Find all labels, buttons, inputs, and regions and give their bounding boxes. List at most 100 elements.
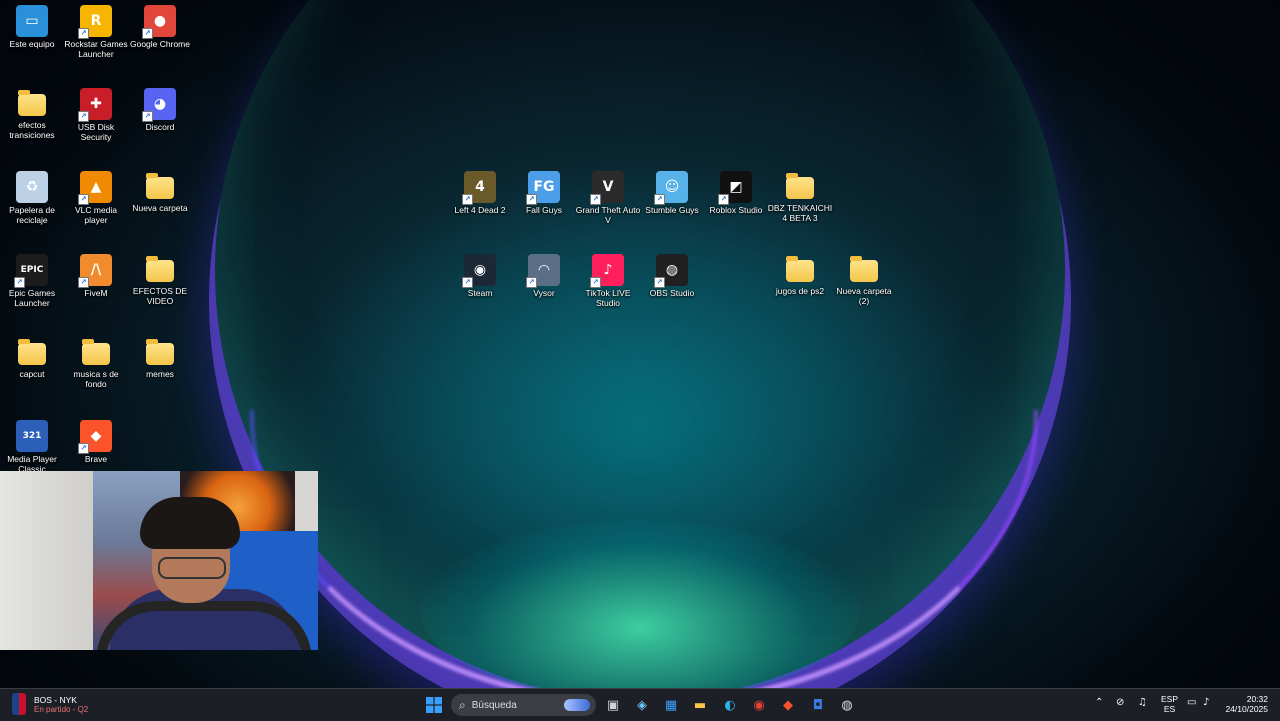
desktop-icon-label: FiveM bbox=[84, 288, 108, 298]
microsoft-store-icon: ▦ bbox=[664, 697, 678, 713]
webcam-wall bbox=[0, 471, 95, 650]
roblox-button[interactable]: ◘ bbox=[806, 693, 830, 717]
desktop-icon-memes[interactable]: memes bbox=[127, 337, 193, 379]
clock-time: 20:32 bbox=[1246, 694, 1268, 704]
desktop-icon-fivem[interactable]: /\ ↗ FiveM bbox=[63, 254, 129, 298]
desktop-icon-musica-s-de-fondo[interactable]: musica s de fondo bbox=[63, 337, 129, 389]
widget-title: BOS - NYK bbox=[34, 694, 77, 705]
desktop-icon-nueva-carpeta-2[interactable]: Nueva carpeta (2) bbox=[831, 254, 897, 306]
desktop-icon-efectos-transiciones[interactable]: efectos transiciones bbox=[0, 88, 65, 140]
rockstar-icon: R ↗ bbox=[78, 5, 112, 39]
desktop-icon-label: USB Disk Security bbox=[77, 122, 115, 142]
network-off-icon[interactable]: ⊘ bbox=[1116, 697, 1124, 708]
shortcut-arrow-icon: ↗ bbox=[142, 111, 153, 122]
steam-icon: ◉ ↗ bbox=[462, 254, 496, 288]
discord-icon: ◕ ↗ bbox=[142, 88, 176, 122]
desktop-icon-grand-theft-auto-v[interactable]: V ↗ Grand Theft Auto V bbox=[575, 171, 641, 225]
desktop-icon-roblox-studio[interactable]: ◩ ↗ Roblox Studio bbox=[703, 171, 769, 215]
desktop-icon-label: memes bbox=[146, 369, 174, 379]
desktop-icon-label: Epic Games Launcher bbox=[8, 288, 56, 308]
edge-icon: ◐ bbox=[724, 697, 736, 713]
chrome-icon: ◉ bbox=[753, 697, 765, 713]
task-view-button[interactable]: ▣ bbox=[601, 693, 625, 717]
desktop-icon-tiktok-live-studio[interactable]: ♪ ↗ TikTok LIVE Studio bbox=[575, 254, 641, 308]
desktop-icon-steam[interactable]: ◉ ↗ Steam bbox=[447, 254, 513, 298]
vysor-icon: ◠ ↗ bbox=[526, 254, 560, 288]
brave-icon: ◆ ↗ bbox=[78, 420, 112, 454]
desktop-icon-label: Nueva carpeta (2) bbox=[836, 286, 892, 306]
desktop-icon-este-equipo[interactable]: ▭ Este equipo bbox=[0, 5, 65, 49]
fivem-icon: /\ ↗ bbox=[78, 254, 112, 288]
task-view-icon: ▣ bbox=[606, 697, 620, 713]
desktop-icon-efectos-de-video[interactable]: EFECTOS DE VIDEO bbox=[127, 254, 193, 306]
desktop-icon-label: Brave bbox=[84, 454, 108, 464]
wallpaper-bloom-glow bbox=[420, 520, 860, 688]
shortcut-arrow-icon: ↗ bbox=[654, 277, 665, 288]
desktop-icon-label: TikTok LIVE Studio bbox=[585, 288, 631, 308]
display-icon[interactable]: ▭ bbox=[1187, 697, 1196, 708]
start-button[interactable] bbox=[422, 693, 446, 717]
gta-v-icon: V ↗ bbox=[590, 171, 624, 205]
brave-button[interactable]: ◆ bbox=[776, 693, 800, 717]
desktop-icon-brave[interactable]: ◆ ↗ Brave bbox=[63, 420, 129, 464]
search-input[interactable]: ⌕ Búsqueda bbox=[451, 694, 596, 716]
copilot-icon: ◈ bbox=[637, 697, 647, 713]
folder-icon bbox=[786, 173, 814, 199]
nba-icon bbox=[12, 693, 26, 715]
recycle-bin-icon: ♻ bbox=[16, 171, 48, 203]
desktop-icon-label: Roblox Studio bbox=[709, 205, 763, 215]
folder-icon bbox=[146, 173, 174, 199]
desktop-icon-vlc-media-player[interactable]: ▲ ↗ VLC media player bbox=[63, 171, 129, 225]
microphone-icon[interactable]: ♫ bbox=[1138, 697, 1147, 708]
desktop-icon-papelera-de-reciclaje[interactable]: ♻ Papelera de reciclaje bbox=[0, 171, 65, 225]
webcam-person-hair bbox=[140, 497, 240, 549]
windows-start-icon bbox=[426, 697, 442, 713]
obs-studio-icon: ◍ ↗ bbox=[654, 254, 688, 288]
shortcut-arrow-icon: ↗ bbox=[78, 194, 89, 205]
desktop-icon-nueva-carpeta[interactable]: Nueva carpeta bbox=[127, 171, 193, 213]
volume-icon[interactable]: ♪ bbox=[1203, 697, 1209, 708]
desktop-icon-media-player-classic[interactable]: 321 Media Player Classic bbox=[0, 420, 65, 474]
desktop-icon-vysor[interactable]: ◠ ↗ Vysor bbox=[511, 254, 577, 298]
desktop-icon-label: Nueva carpeta bbox=[132, 203, 188, 213]
desktop-icon-label: Este equipo bbox=[9, 39, 55, 49]
left4dead2-icon: 4 ↗ bbox=[462, 171, 496, 205]
desktop-icon-label: musica s de fondo bbox=[73, 369, 119, 389]
desktop-icon-discord[interactable]: ◕ ↗ Discord bbox=[127, 88, 193, 132]
roblox-icon: ◘ bbox=[812, 697, 824, 713]
shortcut-arrow-icon: ↗ bbox=[462, 277, 473, 288]
desktop-icon-epic-games-launcher[interactable]: EPIC ↗ Epic Games Launcher bbox=[0, 254, 65, 308]
search-icon: ⌕ bbox=[459, 697, 466, 712]
folder-icon bbox=[146, 339, 174, 365]
language-indicator[interactable]: ESP ES bbox=[1161, 694, 1178, 714]
desktop-icon-capcut[interactable]: capcut bbox=[0, 337, 65, 379]
microsoft-store-button[interactable]: ▦ bbox=[659, 693, 683, 717]
clock[interactable]: 20:32 24/10/2025 bbox=[1222, 694, 1268, 714]
desktop-icon-stumble-guys[interactable]: ☺ ↗ Stumble Guys bbox=[639, 171, 705, 215]
chrome-button[interactable]: ◉ bbox=[747, 693, 771, 717]
stumble-guys-icon: ☺ ↗ bbox=[654, 171, 688, 205]
desktop-icon-left-4-dead-2[interactable]: 4 ↗ Left 4 Dead 2 bbox=[447, 171, 513, 215]
desktop-icon-google-chrome[interactable]: ● ↗ Google Chrome bbox=[127, 5, 193, 49]
search-placeholder: Búsqueda bbox=[471, 699, 517, 711]
obs-icon: ◍ bbox=[841, 697, 853, 713]
desktop-icon-dbz-tenkaichi-4-beta-3[interactable]: DBZ TENKAICHI 4 BETA 3 bbox=[767, 171, 833, 223]
shortcut-arrow-icon: ↗ bbox=[718, 194, 729, 205]
news-widget[interactable]: BOS - NYK En partido - Q2 bbox=[12, 693, 88, 715]
tiktok-live-studio-icon: ♪ ↗ bbox=[590, 254, 624, 288]
obs-button[interactable]: ◍ bbox=[835, 693, 859, 717]
desktop-icon-jugos-de-ps2[interactable]: jugos de ps2 bbox=[767, 254, 833, 296]
shortcut-arrow-icon: ↗ bbox=[590, 277, 601, 288]
file-explorer-button[interactable]: ▬ bbox=[688, 693, 712, 717]
copilot-button[interactable]: ◈ bbox=[630, 693, 654, 717]
desktop-icon-label: Google Chrome bbox=[129, 39, 190, 49]
desktop-icon-fall-guys[interactable]: FG ↗ Fall Guys bbox=[511, 171, 577, 215]
desktop-icon-rockstar-games-launcher[interactable]: R ↗ Rockstar Games Launcher bbox=[63, 5, 129, 59]
clock-date: 24/10/2025 bbox=[1225, 704, 1268, 714]
desktop-icon-usb-disk-security[interactable]: ✚ ↗ USB Disk Security bbox=[63, 88, 129, 142]
desktop-icon-obs-studio[interactable]: ◍ ↗ OBS Studio bbox=[639, 254, 705, 298]
show-hidden-icons-button[interactable]: ⌃ bbox=[1095, 697, 1103, 708]
desktop-icon-label: jugos de ps2 bbox=[775, 286, 825, 296]
edge-button[interactable]: ◐ bbox=[718, 693, 742, 717]
epic-games-icon: EPIC ↗ bbox=[14, 254, 48, 288]
